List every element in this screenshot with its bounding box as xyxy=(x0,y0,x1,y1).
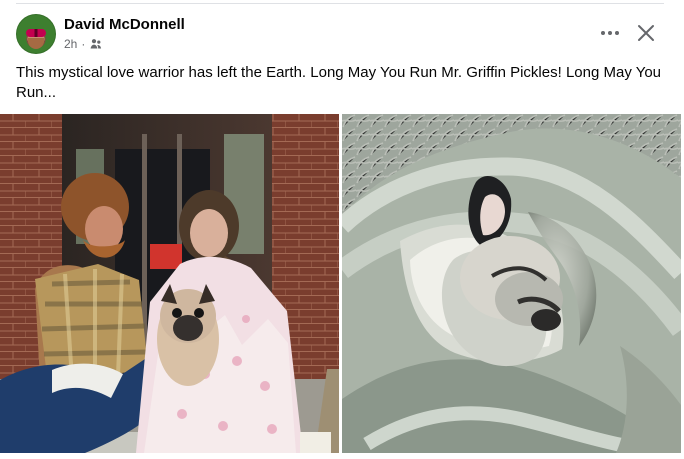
top-divider xyxy=(16,3,664,4)
meta-separator: · xyxy=(81,37,86,51)
more-options-button[interactable] xyxy=(594,21,626,45)
author-avatar[interactable] xyxy=(16,14,56,54)
friends-icon[interactable] xyxy=(89,37,103,51)
avatar-glasses xyxy=(26,29,46,37)
author-name[interactable]: David McDonnell xyxy=(64,16,185,34)
post-text: This mystical love warrior has left the … xyxy=(16,64,662,101)
close-icon xyxy=(638,25,654,41)
avatar-beard xyxy=(28,38,44,49)
pug-in-towel-photo[interactable] xyxy=(342,114,681,453)
close-button[interactable] xyxy=(630,18,662,48)
more-options-icon xyxy=(601,31,619,35)
post-timestamp[interactable]: 2h xyxy=(64,37,77,51)
post-meta: 2h · xyxy=(64,37,103,51)
facebook-post: David McDonnell 2h · This mystical love … xyxy=(0,0,684,459)
couple-with-pug-photo[interactable] xyxy=(0,114,339,453)
